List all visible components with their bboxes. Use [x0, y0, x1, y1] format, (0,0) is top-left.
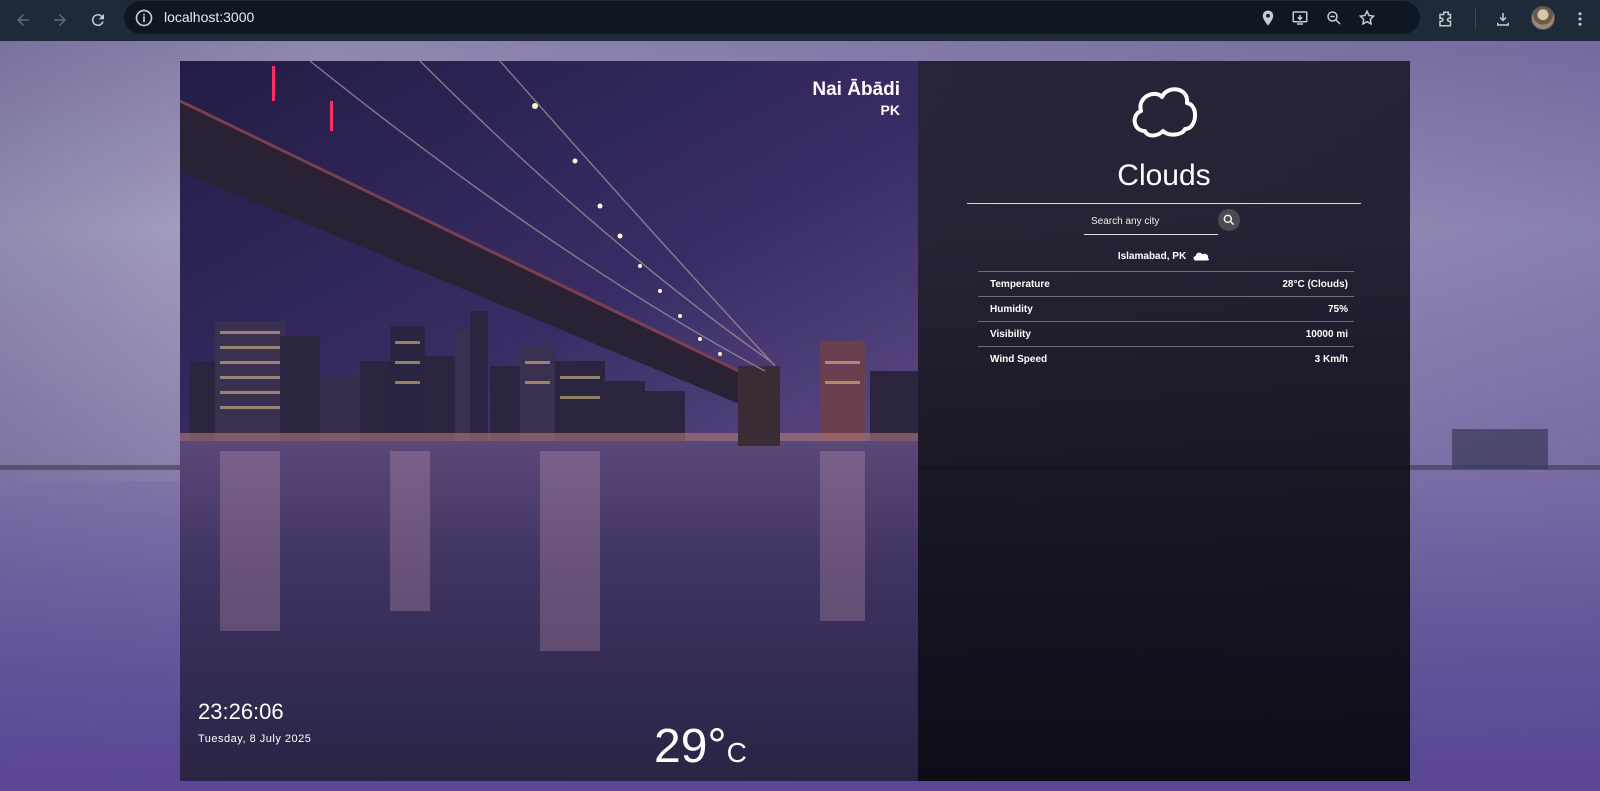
stat-row-visibility: Visibility 10000 mi: [978, 321, 1354, 346]
search-location: Islamabad, PK: [918, 249, 1410, 263]
city-name: Nai Ābādi: [812, 79, 900, 100]
stat-label: Temperature: [990, 278, 1050, 290]
stat-value: 28°C (Clouds): [1282, 278, 1348, 290]
background-building: [1452, 429, 1548, 469]
city-header: Nai Ābādi PK: [812, 79, 900, 119]
location-label: Islamabad, PK: [1117, 250, 1187, 262]
address-bar[interactable]: localhost:3000: [124, 1, 1420, 34]
location-icon[interactable]: [1258, 8, 1278, 28]
browser-toolbar: localhost:3000: [0, 0, 1600, 41]
stat-value: 10000 mi: [1305, 328, 1348, 340]
temperature-value: 29°: [654, 720, 727, 773]
clock: 23:26:06 Tuesday, 8 July 2025: [198, 699, 311, 745]
current-temperature: 29° C: [654, 719, 747, 775]
extensions-icon[interactable]: [1434, 7, 1458, 31]
stat-label: Humidity: [990, 303, 1033, 315]
stat-label: Wind Speed: [990, 353, 1048, 365]
stat-value: 75%: [1327, 303, 1348, 315]
reload-icon: [91, 14, 104, 27]
url-text: localhost:3000: [164, 9, 255, 25]
install-icon[interactable]: [1290, 8, 1310, 28]
download-icon[interactable]: [1491, 7, 1515, 31]
stat-row-temperature: Temperature 28°C (Clouds): [978, 271, 1354, 296]
back-icon: [17, 14, 29, 26]
stat-row-humidity: Humidity 75%: [978, 296, 1354, 321]
search-button[interactable]: [1218, 209, 1240, 231]
search-icon: [1223, 214, 1235, 226]
profile-avatar[interactable]: [1531, 6, 1555, 30]
weather-stats: Temperature 28°C (Clouds) Humidity 75% V…: [978, 271, 1354, 371]
info-icon[interactable]: [134, 8, 154, 28]
page-background: Nai Ābādi PK 23:26:06 Tuesday, 8 July 20…: [0, 41, 1600, 791]
city-search-input[interactable]: [1084, 209, 1218, 235]
current-time: 23:26:06: [198, 699, 284, 724]
more-icon[interactable]: [1568, 7, 1592, 31]
city-country: PK: [880, 102, 900, 118]
back-button[interactable]: [9, 6, 37, 34]
cloud-icon: [1132, 87, 1197, 138]
weather-condition: Clouds: [1117, 159, 1211, 192]
stat-label: Visibility: [990, 328, 1031, 340]
hero-panel: Nai Ābādi PK 23:26:06 Tuesday, 8 July 20…: [180, 61, 918, 781]
stat-value: 3 Km/h: [1314, 353, 1348, 365]
details-panel: Clouds Islamabad, PK Temperature 28°C (C…: [918, 61, 1410, 781]
stat-row-wind-speed: Wind Speed 3 Km/h: [978, 346, 1354, 371]
toolbar-divider: [1475, 9, 1476, 29]
forward-icon: [54, 14, 66, 26]
current-date: Tuesday, 8 July 2025: [198, 733, 312, 745]
star-icon[interactable]: [1357, 8, 1377, 28]
small-cloud-icon: [1193, 252, 1210, 261]
forward-button[interactable]: [46, 6, 74, 34]
city-bridge-image: [180, 61, 918, 781]
zoom-icon[interactable]: [1324, 8, 1344, 28]
reload-button[interactable]: [84, 6, 112, 34]
weather-card: Nai Ābādi PK 23:26:06 Tuesday, 8 July 20…: [180, 61, 1410, 781]
divider: [967, 203, 1361, 204]
temperature-unit: C: [726, 737, 747, 768]
